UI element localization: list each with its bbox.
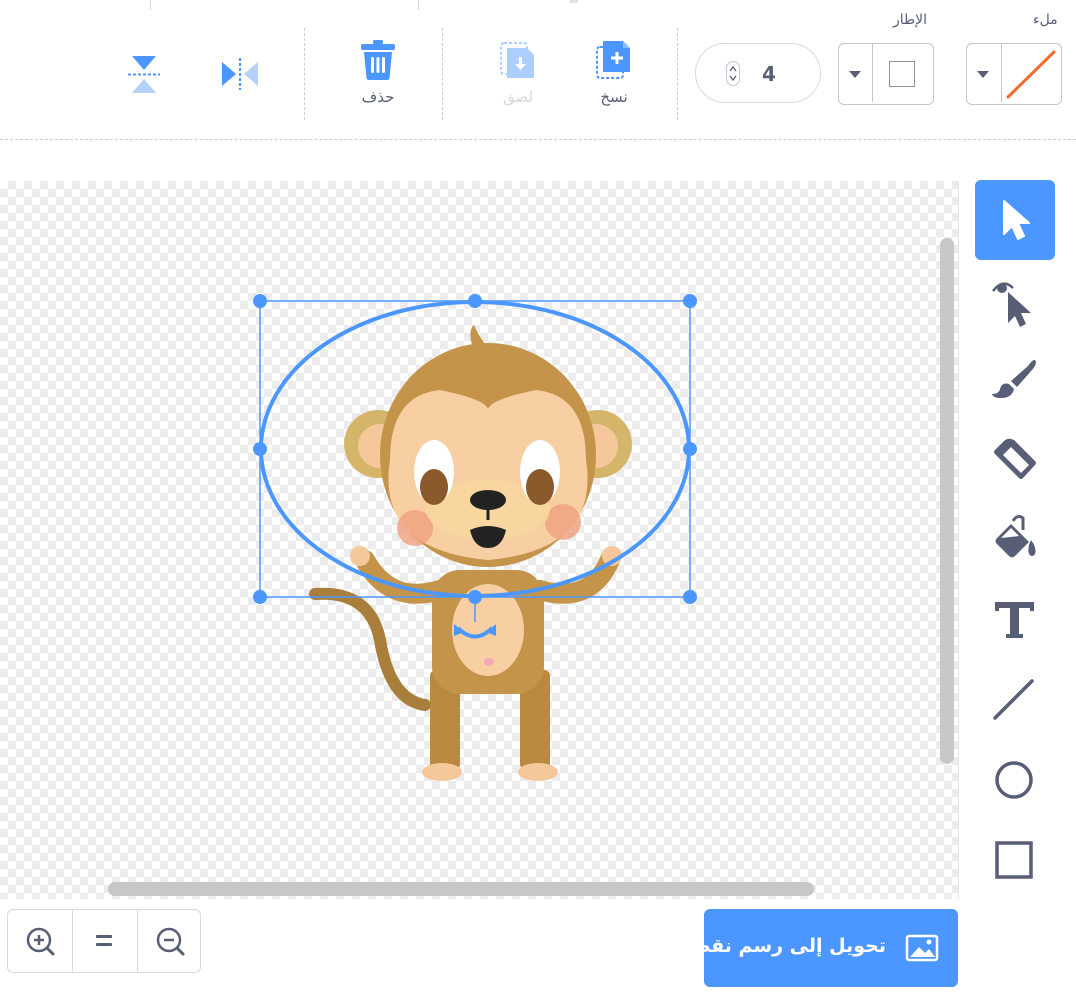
fill-dropdown[interactable] xyxy=(967,44,1002,102)
brush-icon xyxy=(992,359,1036,398)
trash-icon xyxy=(361,40,395,80)
chevron-down-icon xyxy=(849,71,861,78)
flip-vertical-button[interactable] xyxy=(128,55,160,95)
horizontal-scrollbar[interactable] xyxy=(108,882,814,896)
flip-horizontal-button[interactable] xyxy=(220,58,260,90)
zoom-controls xyxy=(7,909,201,973)
delete-button[interactable]: حذف xyxy=(360,40,396,106)
paste-button[interactable]: لصق xyxy=(500,40,536,106)
copy-label: نسخ xyxy=(600,88,628,106)
outline-label: الإطار xyxy=(893,12,928,28)
zoom-reset-button[interactable] xyxy=(73,910,137,972)
paste-label: لصق xyxy=(502,88,534,106)
tool-reshape[interactable] xyxy=(975,260,1055,340)
top-divider xyxy=(570,0,578,3)
fill-swatch-icon xyxy=(1006,50,1056,99)
flip-horizontal-icon xyxy=(222,58,258,90)
copy-icon xyxy=(596,41,630,79)
zoom-in-icon xyxy=(26,927,55,956)
vertical-scrollbar[interactable] xyxy=(940,238,954,764)
line-icon xyxy=(993,679,1034,720)
zoom-in-button[interactable] xyxy=(8,910,72,972)
fill-bucket-icon xyxy=(995,515,1036,558)
tool-select[interactable] xyxy=(975,180,1055,260)
text-icon xyxy=(995,602,1034,638)
circle-icon xyxy=(995,761,1033,799)
fill-label: ملء xyxy=(1033,12,1058,28)
toolbar-bottom-divider xyxy=(0,139,1076,140)
arrow-select-icon xyxy=(1003,200,1030,240)
fill-color-picker[interactable] xyxy=(966,43,1062,105)
stroke-width-input[interactable]: 4 xyxy=(695,43,821,103)
tool-eraser[interactable] xyxy=(975,420,1055,500)
toolbar-divider xyxy=(442,28,443,120)
tool-rectangle[interactable] xyxy=(975,820,1055,900)
no-outline-icon xyxy=(889,61,915,87)
zoom-out-button[interactable] xyxy=(138,910,202,972)
paste-icon xyxy=(500,42,534,78)
outline-color-picker[interactable] xyxy=(838,43,934,105)
flip-vertical-icon xyxy=(128,56,160,93)
delete-label: حذف xyxy=(361,88,395,106)
costume-artwork xyxy=(253,294,697,781)
stepper-arrows-icon xyxy=(729,65,737,82)
toolbar-divider xyxy=(304,28,305,120)
top-divider xyxy=(418,0,419,10)
tool-text[interactable] xyxy=(975,580,1055,660)
outline-swatch[interactable] xyxy=(873,44,933,102)
rectangle-icon xyxy=(995,841,1033,879)
zoom-out-icon xyxy=(156,927,185,956)
outline-dropdown[interactable] xyxy=(839,44,873,102)
tool-fill[interactable] xyxy=(975,500,1055,580)
toolbar-divider xyxy=(677,28,678,120)
tool-brush[interactable] xyxy=(975,340,1055,420)
paint-canvas[interactable] xyxy=(0,181,959,899)
bitmap-image-icon xyxy=(905,934,939,962)
copy-button[interactable]: نسخ xyxy=(596,40,632,106)
convert-label: تحويل إلى رسم نقطي xyxy=(673,935,886,957)
stroke-width-value: 4 xyxy=(762,62,776,86)
eraser-icon xyxy=(994,438,1036,479)
top-divider xyxy=(150,0,151,10)
stroke-stepper[interactable] xyxy=(726,61,740,86)
equals-icon xyxy=(96,935,112,946)
convert-to-bitmap-button[interactable]: تحويل إلى رسم نقطي xyxy=(673,909,958,987)
reshape-icon xyxy=(992,282,1031,327)
chevron-down-icon xyxy=(977,71,989,78)
tool-line[interactable] xyxy=(975,660,1055,740)
tool-circle[interactable] xyxy=(975,740,1055,820)
fill-swatch[interactable] xyxy=(1002,44,1061,102)
